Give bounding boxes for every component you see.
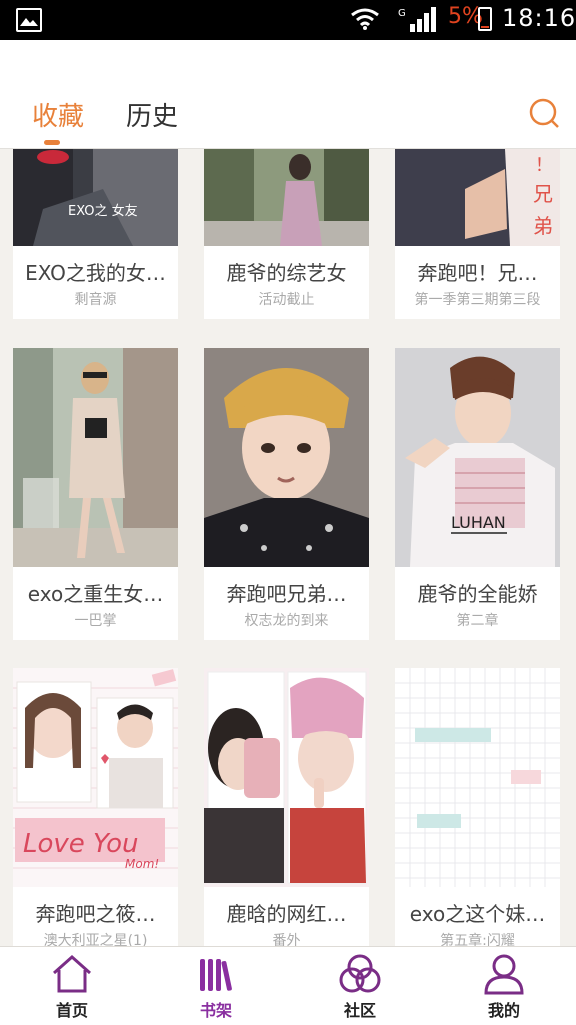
bookshelf-icon bbox=[200, 959, 232, 991]
book-title: 鹿爷的全能娇 bbox=[417, 582, 538, 606]
book-card[interactable]: Love You Mom! 奔跑吧之筱… 澳大利亚之星(1) bbox=[13, 668, 178, 946]
community-icon bbox=[339, 954, 381, 993]
book-title: exo之这个妹… bbox=[409, 902, 546, 926]
book-card[interactable]: 奔跑吧兄弟… 权志龙的到来 bbox=[204, 348, 369, 640]
book-card[interactable]: LUHAN 鹿爷的全能娇 第二章 bbox=[395, 348, 560, 640]
book-cover: Love You Mom! bbox=[13, 668, 178, 887]
book-cover bbox=[204, 348, 369, 567]
tab-indicator bbox=[44, 140, 60, 145]
book-subtitle: 番外 bbox=[272, 933, 301, 946]
svg-text:弟: 弟 bbox=[533, 214, 553, 238]
book-cover: ！ 兄 弟 bbox=[395, 149, 560, 246]
search-icon[interactable] bbox=[527, 96, 561, 130]
book-cover bbox=[204, 668, 369, 887]
book-subtitle: 一巴掌 bbox=[74, 613, 117, 629]
book-subtitle: 第二章 bbox=[456, 613, 499, 629]
book-title: 奔跑吧！兄… bbox=[417, 261, 538, 285]
nav-bookshelf-label: 书架 bbox=[199, 1001, 232, 1020]
profile-icon bbox=[484, 954, 524, 995]
book-title: 奔跑吧兄弟… bbox=[226, 582, 347, 606]
tab-favorites[interactable]: 收藏 bbox=[32, 96, 84, 133]
svg-text:Love You: Love You bbox=[23, 829, 138, 859]
signal-icon: G bbox=[398, 7, 436, 32]
wifi-icon bbox=[351, 8, 379, 30]
bookshelf-grid: EXO之 女友 EXO之我的女… 剩音源 鹿爷的综艺女 活动截止 ！ 兄 弟 奔… bbox=[0, 149, 576, 946]
book-cover: EXO之 女友 bbox=[13, 149, 178, 246]
nav-profile[interactable]: 我的 bbox=[432, 947, 576, 1025]
book-title: exo之重生女… bbox=[27, 582, 164, 606]
book-title: EXO之我的女… bbox=[25, 261, 166, 285]
status-bar: G 5% 18:16 bbox=[0, 0, 576, 40]
book-card[interactable]: EXO之 女友 EXO之我的女… 剩音源 bbox=[13, 149, 178, 319]
book-card[interactable]: exo之这个妹… 第五章:闪耀 bbox=[395, 668, 560, 946]
book-cover bbox=[13, 348, 178, 567]
battery-icon bbox=[478, 7, 492, 31]
book-subtitle: 澳大利亚之星(1) bbox=[43, 933, 148, 946]
nav-community[interactable]: 社区 bbox=[288, 947, 432, 1025]
header: 收藏 历史 bbox=[0, 40, 576, 149]
svg-text:LUHAN: LUHAN bbox=[451, 513, 506, 532]
bottom-nav: 首页 书架 社区 我的 bbox=[0, 946, 576, 1025]
book-subtitle: 第一季第三期第三段 bbox=[414, 292, 541, 308]
svg-text:G: G bbox=[398, 8, 406, 19]
clock: 18:16 bbox=[502, 4, 576, 32]
tab-history[interactable]: 历史 bbox=[126, 96, 178, 133]
book-subtitle: 活动截止 bbox=[258, 292, 315, 308]
book-subtitle: 第五章:闪耀 bbox=[440, 933, 515, 946]
nav-home[interactable]: 首页 bbox=[0, 947, 144, 1025]
book-card[interactable]: exo之重生女… 一巴掌 bbox=[13, 348, 178, 640]
book-subtitle: 权志龙的到来 bbox=[244, 613, 329, 629]
book-subtitle: 剩音源 bbox=[74, 292, 117, 308]
book-title: 奔跑吧之筱… bbox=[35, 902, 156, 926]
book-cover bbox=[204, 149, 369, 246]
book-card[interactable]: 鹿晗的网红… 番外 bbox=[204, 668, 369, 946]
svg-text:EXO之 女友: EXO之 女友 bbox=[68, 203, 138, 219]
svg-text:！: ！ bbox=[535, 155, 553, 176]
home-icon bbox=[53, 954, 91, 993]
svg-text:Mom!: Mom! bbox=[125, 857, 159, 871]
gallery-icon bbox=[16, 8, 42, 32]
book-cover: LUHAN bbox=[395, 348, 560, 567]
nav-home-label: 首页 bbox=[55, 1001, 88, 1020]
book-cover bbox=[395, 668, 560, 887]
book-title: 鹿晗的网红… bbox=[226, 902, 347, 926]
nav-bookshelf[interactable]: 书架 bbox=[144, 947, 288, 1025]
book-card[interactable]: ！ 兄 弟 奔跑吧！兄… 第一季第三期第三段 bbox=[395, 149, 560, 319]
svg-text:兄: 兄 bbox=[533, 182, 553, 206]
nav-community-label: 社区 bbox=[343, 1001, 376, 1020]
nav-profile-label: 我的 bbox=[487, 1001, 520, 1020]
book-title: 鹿爷的综艺女 bbox=[226, 261, 347, 285]
book-card[interactable]: 鹿爷的综艺女 活动截止 bbox=[204, 149, 369, 319]
